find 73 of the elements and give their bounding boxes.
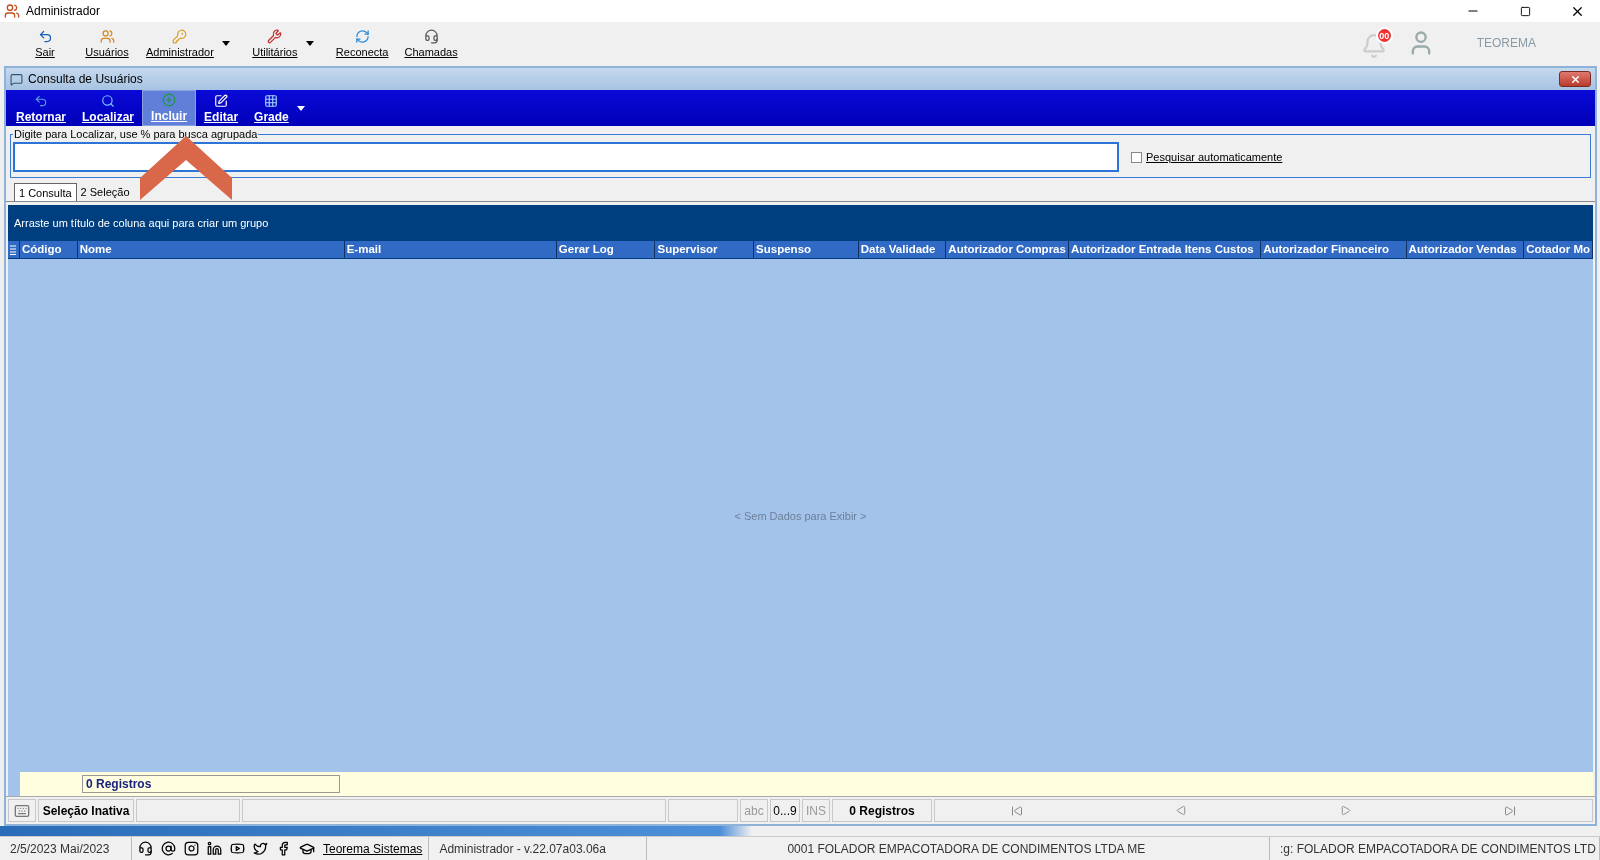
date-status: 2/5/2023 Mai/2023 bbox=[0, 837, 132, 860]
linkedin-icon[interactable] bbox=[207, 841, 222, 856]
ins-indicator: INS bbox=[802, 799, 830, 822]
at-sign-icon[interactable] bbox=[161, 841, 176, 856]
edit-icon bbox=[214, 94, 229, 108]
company-link[interactable]: Teorema Sistemas bbox=[323, 841, 423, 856]
empty-message: < Sem Dados para Exibir > bbox=[734, 509, 867, 522]
auto-search-checkbox[interactable]: Pesquisar automaticamente bbox=[1131, 151, 1283, 163]
caret-icon[interactable] bbox=[305, 40, 314, 46]
close-icon bbox=[1569, 73, 1581, 85]
search-icon bbox=[101, 94, 116, 108]
digits-indicator: 0...9 bbox=[770, 799, 800, 822]
column-header[interactable]: Data Validade bbox=[858, 241, 947, 258]
user-name: TEOREMA bbox=[1476, 36, 1536, 50]
tab[interactable]: 1 Consulta bbox=[14, 183, 77, 201]
column-header[interactable]: Autorizador Financeiro bbox=[1261, 241, 1407, 258]
column-header[interactable]: E-mail bbox=[344, 241, 557, 258]
toolbar-button[interactable]: Usuários bbox=[76, 28, 138, 58]
headset-icon bbox=[423, 28, 439, 44]
column-header[interactable]: Autorizador Entrada Itens Custos bbox=[1068, 241, 1262, 258]
wrench-icon bbox=[267, 28, 283, 44]
window-title: Consulta de Usuários bbox=[28, 72, 144, 86]
toolbar-button[interactable]: Localizar bbox=[74, 90, 143, 126]
toolbar-button[interactable]: Grade bbox=[246, 90, 297, 126]
search-field[interactable] bbox=[13, 142, 1119, 172]
key-icon bbox=[172, 28, 188, 44]
selection-status: Seleção Inativa bbox=[38, 799, 134, 822]
column-header[interactable]: Supervisor bbox=[655, 241, 755, 258]
column-chooser-icon[interactable] bbox=[10, 244, 16, 255]
record-count: 0 Registros bbox=[82, 775, 340, 793]
group-hint: Arraste um título de coluna aqui para criar um grupo bbox=[14, 217, 269, 229]
column-header[interactable]: Código bbox=[19, 241, 78, 258]
search-label: Digite para Localizar, use % para busca agrupada bbox=[13, 128, 259, 140]
close-button[interactable] bbox=[1559, 71, 1591, 87]
undo-arrow-icon bbox=[34, 94, 48, 108]
column-header[interactable]: Suspenso bbox=[754, 241, 859, 258]
column-header[interactable]: Cotador Mo bbox=[1524, 241, 1593, 258]
toolbar-button[interactable]: Reconecta bbox=[327, 28, 397, 58]
youtube-icon[interactable] bbox=[230, 841, 245, 856]
column-header[interactable]: Autorizador Compras bbox=[946, 241, 1069, 258]
toolbar-button[interactable]: Editar bbox=[196, 90, 247, 126]
refresh-icon bbox=[354, 28, 370, 44]
user-version-status: Administrador - v.22.07a03.06a bbox=[429, 837, 648, 860]
toolbar-button[interactable]: Incluir bbox=[142, 90, 197, 126]
headset-icon[interactable] bbox=[138, 841, 153, 856]
column-header[interactable]: Gerar Log bbox=[556, 241, 656, 258]
users-icon bbox=[99, 28, 115, 44]
toolbar-button[interactable]: Chamadas bbox=[396, 28, 466, 58]
tab[interactable]: 2 Seleção bbox=[76, 183, 134, 201]
twitter-icon[interactable] bbox=[253, 841, 268, 856]
window-title: Administrador bbox=[26, 4, 102, 18]
company-status: 0001 FOLADOR EMPACOTADORA DE CONDIMENTOS LTDA ME bbox=[647, 837, 1270, 860]
bell-icon[interactable] bbox=[1360, 33, 1387, 59]
status-pane bbox=[668, 799, 738, 822]
plus-circle-icon bbox=[162, 93, 177, 107]
instagram-icon[interactable] bbox=[184, 841, 199, 856]
column-header[interactable]: Nome bbox=[77, 241, 345, 258]
restore-icon bbox=[1519, 5, 1531, 17]
window-icon bbox=[10, 72, 23, 86]
toolbar-button[interactable]: Retornar bbox=[8, 90, 74, 126]
company-status: :g: FOLADOR EMPACOTADORA DE CONDIMENTOS LTD bbox=[1270, 837, 1600, 860]
column-header[interactable]: Autorizador Vendas bbox=[1406, 241, 1525, 258]
caret-icon[interactable] bbox=[221, 40, 230, 46]
keyboard-icon bbox=[14, 802, 30, 819]
undo-arrow-icon bbox=[37, 28, 53, 44]
records-status: 0 Registros bbox=[832, 799, 932, 822]
grid-icon bbox=[264, 94, 279, 108]
app-icon bbox=[4, 3, 20, 19]
toolbar-button[interactable]: Administrador bbox=[138, 28, 222, 58]
abc-indicator: abc bbox=[740, 799, 768, 822]
toolbar-button[interactable]: Sair bbox=[14, 28, 76, 58]
notification-count: 00 bbox=[1375, 27, 1393, 44]
toolbar-button[interactable]: Utilitários bbox=[243, 28, 306, 58]
